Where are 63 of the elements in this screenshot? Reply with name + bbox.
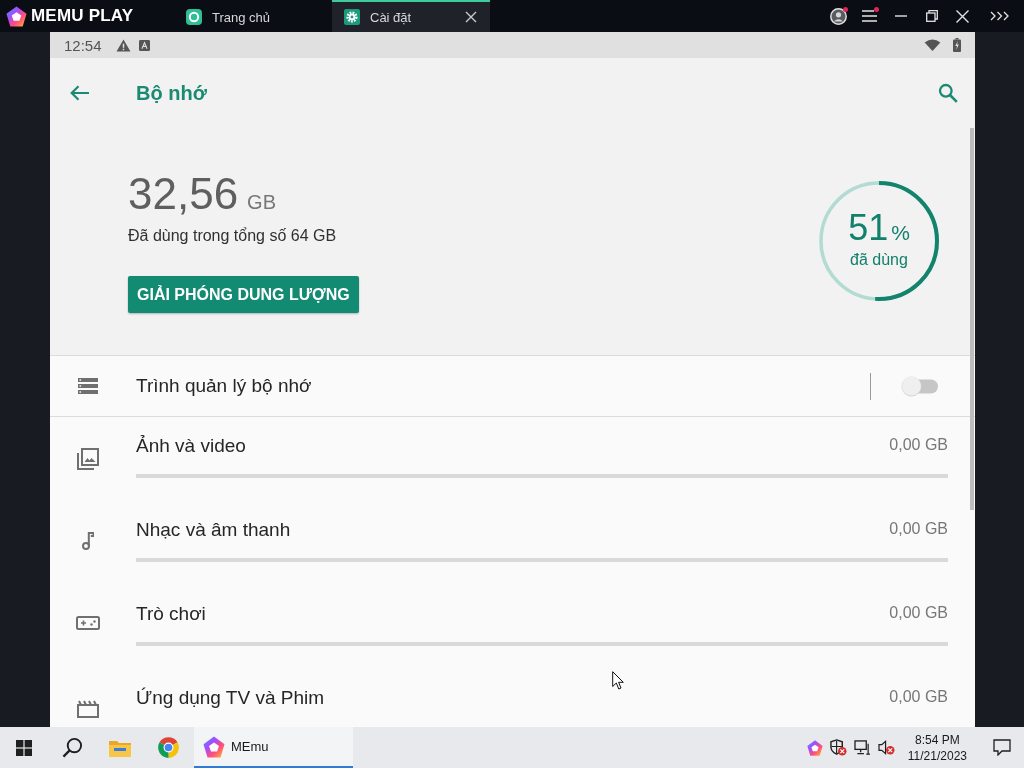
size-value: 0,00 GB	[889, 520, 948, 538]
minimize-icon	[894, 15, 907, 17]
gamepad-icon	[76, 616, 100, 630]
shield-error-icon	[829, 739, 847, 756]
clock-date: 11/21/2023	[907, 747, 967, 764]
row-label: Nhạc và âm thanh	[136, 518, 291, 542]
search-icon	[938, 83, 958, 103]
storage-category-row[interactable]: Trò chơi 0,00 GB	[50, 585, 975, 669]
usage-percent: 51	[848, 208, 889, 248]
storage-caption: Đã dùng trong tổng số 64 GB	[128, 226, 337, 246]
close-icon	[956, 9, 969, 23]
size-value: 0,00 GB	[889, 688, 948, 706]
page-title: Bộ nhớ	[136, 81, 207, 105]
brand-wordmark: MEMU PLAY	[31, 6, 134, 26]
mouse-cursor-icon	[612, 671, 624, 690]
ring-app-icon	[186, 9, 202, 25]
emulator-tab[interactable]: Trang chủ	[174, 0, 326, 32]
pentagon-logo-icon	[6, 5, 27, 27]
wifi-icon	[924, 39, 941, 51]
storage-category-row[interactable]: Ảnh và video 0,00 GB	[50, 417, 975, 501]
toggle-switch[interactable]	[901, 375, 939, 397]
close-icon	[465, 11, 477, 23]
storage-category-row[interactable]: Nhạc và âm thanh 0,00 GB	[50, 501, 975, 585]
notification-icon	[138, 39, 150, 51]
emulator-tab[interactable]: Cài đặt	[332, 0, 490, 32]
scrollbar-thumb[interactable]	[970, 128, 974, 510]
network-monitor-icon	[853, 740, 871, 755]
storage-category-row[interactable]: Ứng dụng TV và Phim 0,00 GB	[50, 669, 975, 727]
windows-logo-icon	[16, 739, 32, 756]
photo-library-icon	[77, 448, 99, 470]
taskbar-app-button[interactable]: MEmu	[194, 727, 353, 768]
row-label: Ảnh và video	[136, 434, 246, 458]
size-value: 0,00 GB	[889, 604, 948, 622]
clapperboard-icon	[77, 700, 99, 718]
storage-list-icon	[78, 378, 98, 394]
percent-sign: %	[891, 221, 910, 245]
usage-caption: đã dùng	[850, 250, 908, 270]
status-time: 12:54	[64, 36, 102, 54]
speech-bubble-icon	[993, 739, 1011, 756]
music-note-icon	[82, 532, 94, 550]
search-icon	[61, 737, 83, 758]
triple-chevron-icon	[989, 11, 1009, 21]
gear-icon	[344, 9, 360, 25]
menu-icon	[862, 10, 877, 22]
pentagon-logo-icon	[806, 739, 823, 756]
folder-icon	[109, 738, 131, 757]
row-label: Trò chơi	[136, 602, 206, 626]
chrome-icon	[156, 736, 180, 759]
taskbar-clock[interactable]: 8:54 PM 11/21/2023	[901, 731, 973, 764]
restore-icon	[925, 10, 938, 22]
pentagon-logo-icon	[203, 735, 225, 758]
size-value: 0,00 GB	[889, 436, 948, 454]
row-label: Ứng dụng TV và Phim	[136, 686, 325, 710]
clock-time: 8:54 PM	[915, 731, 960, 748]
volume-muted-icon	[877, 740, 895, 755]
used-storage-value: 32,56	[128, 170, 239, 218]
back-arrow-icon	[70, 85, 90, 101]
used-storage-unit: GB	[247, 191, 276, 214]
row-label: Trình quản lý bộ nhớ	[136, 374, 312, 398]
avatar-icon	[830, 7, 847, 25]
free-up-space-button[interactable]: GIẢI PHÓNG DUNG LƯỢNG	[128, 276, 359, 313]
warning-icon	[115, 38, 131, 52]
battery-charging-icon	[953, 38, 961, 52]
